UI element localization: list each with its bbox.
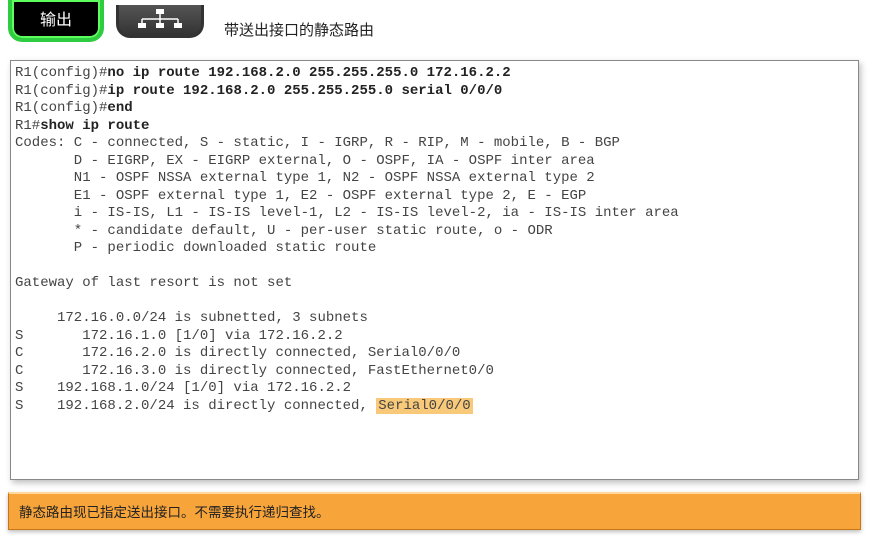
highlighted-interface: Serial0/0/0 [376,398,472,414]
route-line: S 192.168.1.0/24 [1/0] via 172.16.2.2 [15,380,351,396]
subnet-header: 172.16.0.0/24 is subnetted, 3 subnets [15,310,368,326]
codes-line: i - IS-IS, L1 - IS-IS level-1, L2 - IS-I… [15,205,679,221]
network-icon-button[interactable] [116,5,204,38]
terminal-output: R1(config)#no ip route 192.168.2.0 255.2… [13,63,856,417]
footer-note: 静态路由现已指定送出接口。不需要执行递归查找。 [8,492,861,530]
command: ip route 192.168.2.0 255.255.255.0 seria… [107,83,502,99]
network-topology-icon [137,9,183,29]
command: show ip route [40,118,149,134]
codes-line: P - periodic downloaded static route [15,240,376,256]
codes-line: E1 - OSPF external type 1, E2 - OSPF ext… [15,188,586,204]
terminal-panel: R1(config)#no ip route 192.168.2.0 255.2… [10,60,859,480]
route-line: C 172.16.3.0 is directly connected, Fast… [15,363,494,379]
prompt: R1(config)# [15,100,107,116]
header-row: 输出 带送出接口的静态路由 [0,0,869,42]
command: no ip route 192.168.2.0 255.255.255.0 17… [107,65,510,81]
command: end [107,100,132,116]
prompt: R1(config)# [15,65,107,81]
route-line: S 192.168.2.0/24 is directly connected, [15,398,376,414]
output-button[interactable]: 输出 [8,0,104,42]
codes-line: D - EIGRP, EX - EIGRP external, O - OSPF… [15,153,595,169]
route-line: C 172.16.2.0 is directly connected, Seri… [15,345,460,361]
prompt: R1(config)# [15,83,107,99]
page-title: 带送出接口的静态路由 [224,3,374,40]
codes-line: * - candidate default, U - per-user stat… [15,223,553,239]
codes-line: Codes: C - connected, S - static, I - IG… [15,135,620,151]
codes-line: N1 - OSPF NSSA external type 1, N2 - OSP… [15,170,595,186]
gateway-line: Gateway of last resort is not set [15,275,292,291]
footer-text: 静态路由现已指定送出接口。不需要执行递归查找。 [19,505,330,520]
route-line: S 172.16.1.0 [1/0] via 172.16.2.2 [15,328,343,344]
prompt: R1# [15,118,40,134]
